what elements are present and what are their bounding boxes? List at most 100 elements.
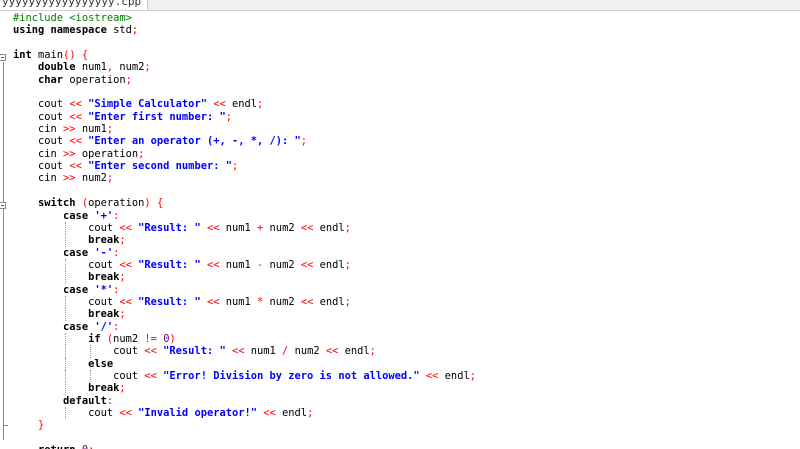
code-token: cout: [13, 258, 120, 271]
code-token: break: [88, 271, 120, 284]
code-token: cout: [13, 345, 145, 358]
code-token: "Enter an operator (+, -, *, /): ": [88, 135, 301, 148]
code-token: num2: [75, 172, 107, 185]
code-token: cout: [13, 295, 120, 308]
code-token: "Error! Division by zero is not allowed.…: [163, 369, 420, 382]
code-token: <<: [325, 345, 339, 358]
code-line: case '-':: [13, 247, 793, 259]
code-token: cout: [13, 160, 70, 173]
code-line: cout << "Result: " << num1 + num2 << end…: [13, 221, 793, 235]
indent-guide: [65, 308, 67, 321]
tab-bar: yyyyyyyyyyyyyyyyy.cpp: [0, 0, 800, 11]
code-token: <<: [144, 345, 157, 358]
code-line: case '+':: [13, 210, 793, 222]
code-token: ;: [106, 123, 114, 136]
indent-guide: [65, 369, 67, 383]
code-token: '*': [94, 283, 114, 296]
indent-guide: [65, 271, 67, 284]
code-token: return: [38, 444, 76, 449]
code-token: <<: [144, 369, 157, 382]
indent-guide: [65, 221, 67, 235]
code-token: cin: [13, 147, 64, 160]
code-token: cin: [13, 123, 64, 136]
code-token: operation: [63, 73, 126, 86]
code-token: <<: [213, 98, 226, 111]
code-token: ;: [125, 73, 132, 86]
code-token: '+': [94, 209, 114, 222]
code-token: :: [106, 394, 114, 407]
code-editor-window: yyyyyyyyyyyyyyyyy.cpp #include <iostream…: [0, 0, 800, 449]
code-token: endl: [225, 98, 258, 111]
code-token: "Result: ": [138, 258, 201, 271]
file-tab[interactable]: yyyyyyyyyyyyyyyyy.cpp: [0, 0, 149, 10]
fold-main-icon[interactable]: [0, 54, 6, 61]
code-token: <<: [263, 407, 276, 419]
code-token: num1: [219, 258, 258, 271]
code-token: ;: [231, 160, 239, 173]
code-token: num2: [288, 345, 326, 358]
code-token: ;: [119, 308, 126, 321]
code-token: <<: [69, 98, 82, 111]
indent-guide: [65, 295, 67, 309]
code-token: char: [38, 73, 64, 86]
fold-switch-icon[interactable]: [0, 202, 6, 209]
code-line: using namespace std;: [13, 24, 793, 36]
code-token: double: [38, 61, 76, 74]
code-token: "Result: ": [138, 221, 201, 234]
code-token: endl: [338, 345, 370, 358]
code-token: cout: [13, 407, 120, 419]
code-token: endl: [313, 258, 345, 271]
code-token: {: [81, 49, 89, 62]
code-token: ;: [138, 147, 145, 160]
code-token: break: [88, 382, 120, 395]
code-token: <<: [231, 345, 245, 358]
code-token: std: [106, 24, 132, 37]
code-token: ;: [119, 271, 126, 284]
code-line: double num1, num2;: [13, 61, 793, 73]
code-token: "Result: ": [163, 345, 226, 358]
code-line: cin >> operation;: [13, 148, 793, 160]
code-token: num1: [75, 61, 107, 74]
code-line: int main() {: [13, 49, 793, 61]
code-token: '-': [94, 246, 114, 259]
code-token: num2: [113, 332, 145, 345]
code-line: case '*':: [13, 284, 793, 296]
code-token: <<: [300, 221, 314, 234]
code-token: }: [38, 419, 45, 432]
code-token: endl: [275, 407, 308, 419]
code-area[interactable]: #include <iostream> using namespace std; i…: [13, 12, 793, 449]
fold-gutter: [0, 11, 10, 449]
code-line: switch (operation) {: [13, 197, 793, 209]
code-line: cout << "Enter second number: ";: [13, 160, 793, 172]
indent-guide: [65, 357, 67, 370]
code-token: <<: [69, 110, 82, 123]
code-token: break: [88, 234, 120, 247]
code-token: case: [63, 246, 89, 259]
code-token: endl: [313, 221, 345, 234]
code-token: <<: [206, 258, 220, 271]
code-token: <<: [69, 135, 82, 148]
code-token: break: [88, 308, 120, 321]
indent-guide: [65, 382, 67, 395]
code-token: "Enter first number: ": [88, 110, 226, 123]
code-token: if: [88, 332, 101, 345]
code-token: "Invalid operator!": [138, 407, 257, 419]
code-token: <<: [206, 221, 220, 234]
code-line: break;: [13, 382, 793, 395]
code-line: cout << "Error! Division by zero is not …: [13, 369, 793, 383]
code-token: operation: [88, 197, 145, 210]
code-token: "Result: ": [138, 295, 201, 308]
indent-guide: [65, 234, 67, 247]
indent-guide: [65, 332, 67, 346]
code-token: #include <iostream>: [13, 12, 132, 24]
code-token: :: [113, 246, 120, 259]
indent-guide: [65, 407, 67, 420]
code-line: #include <iostream>: [13, 12, 793, 24]
